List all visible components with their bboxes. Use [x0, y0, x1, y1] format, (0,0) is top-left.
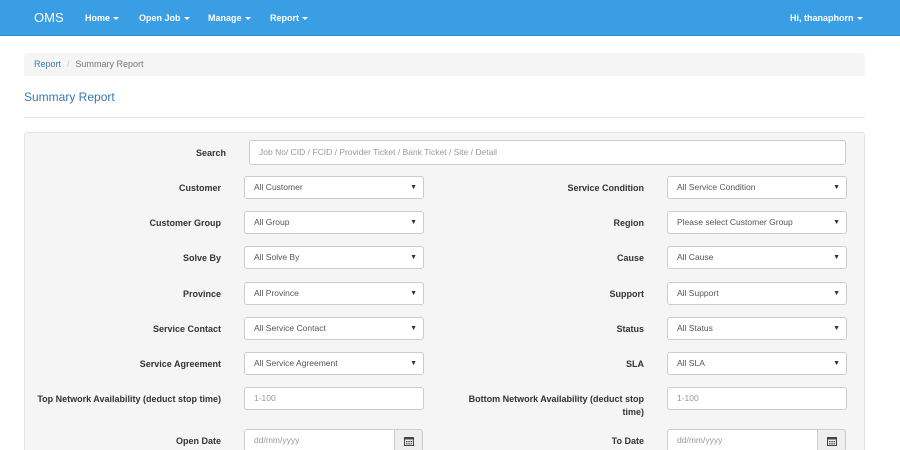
service-contact-select-value: All Service Contact [254, 323, 326, 333]
bottom-availability-label: Bottom Network Availability (deduct stop… [469, 393, 644, 418]
triangle-down-icon: ▼ [410, 360, 417, 367]
cause-label: Cause [616, 253, 644, 263]
triangle-down-icon: ▼ [833, 254, 840, 261]
service-contact-select[interactable]: All Service Contact ▼ [244, 317, 424, 340]
search-form-panel: Search Job No/ CID / FCID / Provider Tic… [24, 132, 865, 450]
triangle-down-icon: ▼ [410, 254, 417, 261]
province-label: Province [182, 289, 221, 299]
service-agreement-select-value: All Service Agreement [254, 358, 338, 368]
triangle-down-icon: ▼ [833, 184, 840, 191]
triangle-down-icon: ▼ [410, 219, 417, 226]
brand-logo[interactable]: OMS [34, 10, 64, 25]
top-availability-input[interactable]: 1-100 [244, 387, 424, 410]
nav-menu-home[interactable]: Home [85, 13, 120, 23]
status-select[interactable]: All Status ▼ [667, 317, 847, 340]
bottom-availability-input[interactable]: 1-100 [667, 387, 847, 410]
support-select-value: All Support [677, 288, 719, 298]
caret-down-icon [183, 17, 190, 21]
user-menu[interactable]: Hi, thanaphorn [790, 13, 863, 23]
region-select[interactable]: Please select Customer Group ▼ [667, 211, 847, 234]
service-contact-label: Service Contact [152, 324, 221, 334]
calendar-icon [403, 436, 414, 446]
user-greeting: Hi, thanaphorn [790, 13, 854, 23]
to-date-calendar-button[interactable] [817, 429, 846, 450]
region-label: Region [613, 218, 645, 228]
breadcrumb-link-report[interactable]: Report [34, 59, 61, 69]
nav-menu-report[interactable]: Report [270, 13, 308, 23]
solve-by-label: Solve By [182, 253, 221, 263]
triangle-down-icon: ▼ [833, 360, 840, 367]
search-label: Search [195, 148, 226, 158]
open-date-input[interactable]: dd/mm/yyyy [244, 429, 395, 450]
breadcrumb: Report / Summary Report [24, 53, 865, 76]
bottom-availability-label-line2: time) [622, 407, 644, 417]
nav-menu-label: Open Job [139, 13, 181, 23]
status-label: Status [616, 324, 644, 334]
to-date-input[interactable]: dd/mm/yyyy [667, 429, 818, 450]
breadcrumb-current: Summary Report [75, 59, 144, 69]
service-agreement-select[interactable]: All Service Agreement ▼ [244, 352, 424, 375]
caret-down-icon [113, 17, 120, 21]
solve-by-select-value: All Solve By [254, 252, 300, 262]
service-condition-select[interactable]: All Service Condition ▼ [667, 176, 847, 199]
customer-label: Customer [178, 183, 221, 193]
page-title: Summary Report [24, 90, 115, 104]
solve-by-select[interactable]: All Solve By ▼ [244, 246, 424, 269]
service-agreement-label: Service Agreement [139, 359, 221, 369]
caret-down-icon [302, 17, 308, 21]
sla-select[interactable]: All SLA ▼ [667, 352, 847, 375]
support-label: Support [609, 289, 645, 299]
open-date-calendar-button[interactable] [394, 429, 423, 450]
region-select-value: Please select Customer Group [677, 217, 793, 227]
cause-select-value: All Cause [677, 252, 714, 262]
to-date-label: To Date [611, 436, 644, 446]
customer-group-select-value: All Group [254, 217, 290, 227]
customer-group-label: Customer Group [149, 218, 221, 228]
nav-menu-label: Manage [208, 13, 242, 23]
triangle-down-icon: ▼ [833, 219, 840, 226]
open-date-label: Open Date [175, 436, 221, 446]
triangle-down-icon: ▼ [833, 325, 840, 332]
divider [24, 117, 865, 118]
nav-menu-open-job[interactable]: Open Job [139, 13, 190, 23]
customer-select[interactable]: All Customer ▼ [244, 176, 424, 199]
caret-down-icon [244, 17, 251, 21]
triangle-down-icon: ▼ [410, 290, 417, 297]
triangle-down-icon: ▼ [410, 184, 417, 191]
triangle-down-icon: ▼ [410, 325, 417, 332]
cause-select[interactable]: All Cause ▼ [667, 246, 847, 269]
nav-menu-label: Home [85, 13, 111, 23]
province-select-value: All Province [254, 288, 299, 298]
sla-select-value: All SLA [677, 358, 705, 368]
service-condition-label: Service Condition [567, 183, 644, 193]
customer-select-value: All Customer [254, 182, 303, 192]
calendar-icon [826, 436, 837, 446]
triangle-down-icon: ▼ [833, 290, 840, 297]
service-condition-select-value: All Service Condition [677, 182, 756, 192]
nav-menu-label: Report [270, 13, 299, 23]
nav-menu-manage[interactable]: Manage [208, 13, 251, 23]
status-select-value: All Status [677, 323, 713, 333]
sla-label: SLA [626, 359, 644, 369]
search-input[interactable]: Job No/ CID / FCID / Provider Ticket / B… [249, 140, 846, 165]
customer-group-select[interactable]: All Group ▼ [244, 211, 424, 234]
bottom-availability-label-line1: Bottom Network Availability (deduct stop [468, 394, 644, 404]
top-navbar: OMS Home Open Job Manage Report Hi, than… [0, 0, 900, 36]
support-select[interactable]: All Support ▼ [667, 282, 847, 305]
top-availability-label: Top Network Availability (deduct stop ti… [37, 394, 221, 404]
province-select[interactable]: All Province ▼ [244, 282, 424, 305]
caret-down-icon [856, 17, 863, 21]
breadcrumb-separator: / [67, 59, 70, 69]
